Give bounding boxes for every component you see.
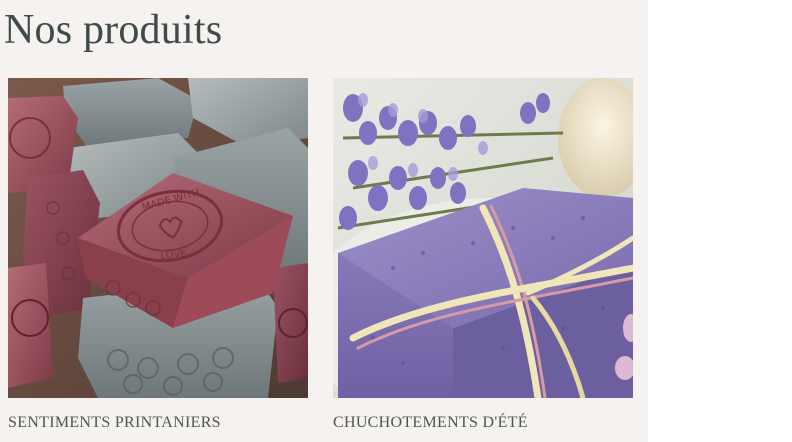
product-image-soap-bars[interactable]: MADE WITH LOVE: [8, 78, 308, 398]
product-card-sentiments-printaniers[interactable]: MADE WITH LOVE SENTIMENTS PRINTANIERS: [8, 78, 308, 432]
page-title: Nos produits: [4, 7, 223, 53]
product-name[interactable]: CHUCHOTEMENTS D'ÉTÉ: [333, 414, 633, 432]
product-name[interactable]: SENTIMENTS PRINTANIERS: [8, 414, 308, 432]
products-section: Nos produits MADE WITH LOVE SENTIMENTS P…: [0, 0, 648, 442]
stamp-text-bottom: LOVE: [160, 249, 187, 262]
product-image-lavender-soap[interactable]: [333, 78, 633, 398]
product-card-chuchotements-dete[interactable]: CHUCHOTEMENTS D'ÉTÉ: [333, 78, 633, 432]
